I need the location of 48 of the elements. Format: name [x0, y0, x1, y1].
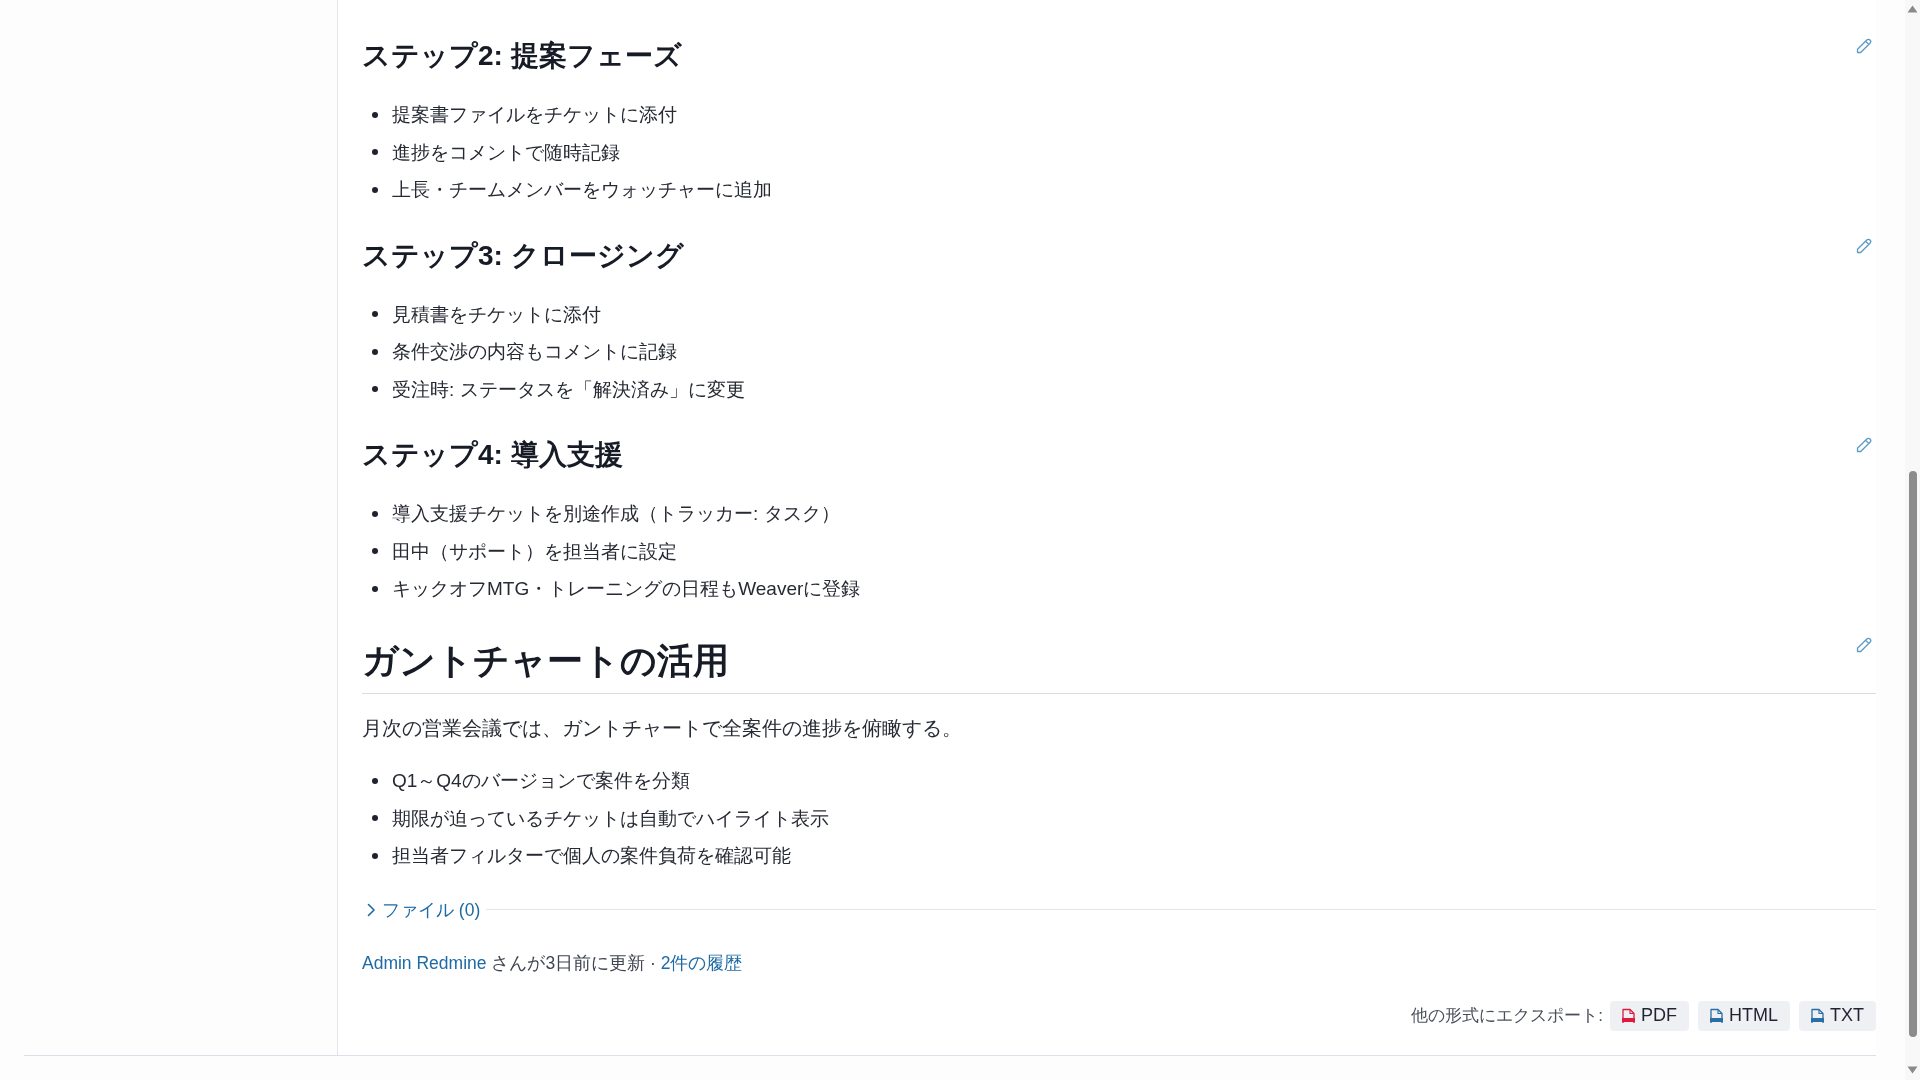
files-toggle[interactable]: ファイル (0)	[362, 894, 487, 925]
bullet-icon	[372, 548, 378, 555]
bullet-icon	[372, 149, 378, 156]
list-item: 受注時: ステータスを「解決済み」に変更	[392, 377, 745, 402]
scrollbar-thumb[interactable]	[1908, 471, 1917, 1037]
document-icon	[1710, 1007, 1723, 1024]
bullet-icon	[372, 777, 378, 784]
list-item: 導入支援チケットを別途作成（トラッカー: タスク）	[392, 502, 840, 526]
pencil-icon[interactable]	[1856, 38, 1872, 54]
pencil-icon[interactable]	[1856, 437, 1872, 453]
list-item: 見積書をチケットに添付	[392, 302, 601, 327]
list-item: 担当者フィルターで個人の案件負荷を確認可能	[392, 844, 791, 868]
bullet-icon	[372, 386, 378, 393]
bullet-icon	[372, 585, 378, 592]
history-link[interactable]: 2件の履歴	[660, 952, 743, 973]
export-button[interactable]: TXT	[1799, 1000, 1876, 1031]
scrollbar[interactable]	[1905, 0, 1920, 1080]
subsection-heading: ステップ2: 提案フェーズ	[362, 39, 682, 73]
bullet-icon	[372, 510, 378, 517]
pencil-icon[interactable]	[1856, 237, 1872, 254]
bullet-icon	[372, 852, 378, 859]
bullet-icon	[372, 815, 378, 822]
bullet-icon	[372, 311, 378, 318]
paragraph: 月次の営業会議では、ガントチャートで全案件の進捗を俯瞰する。	[362, 715, 963, 741]
list-item: 提案書ファイルをチケットに添付	[392, 103, 677, 127]
export-button[interactable]: PDF	[1610, 1000, 1689, 1031]
author-link[interactable]: Admin Redmine	[362, 952, 487, 973]
section-heading: ガントチャートの活用	[362, 638, 729, 683]
bullet-icon	[372, 186, 378, 193]
bullet-icon	[372, 111, 378, 118]
document-icon	[1622, 1007, 1635, 1024]
list-item: Q1～Q4のバージョンで案件を分類	[392, 769, 690, 793]
list-item: 田中（サポート）を担当者に設定	[392, 539, 677, 564]
subsection-heading: ステップ4: 導入支援	[362, 438, 623, 472]
list-item: キックオフMTG・トレーニングの日程もWeaverに登録	[392, 577, 861, 601]
export-label: 他の形式にエクスポート:	[1411, 1005, 1603, 1027]
list-item: 上長・チームメンバーをウォッチャーに追加	[392, 178, 772, 202]
list-item: 期限が迫っているチケットは自動でハイライト表示	[392, 806, 829, 831]
export-button[interactable]: HTML	[1698, 1000, 1790, 1031]
list-item: 進捗をコメントで随時記録	[392, 140, 620, 165]
pencil-icon[interactable]	[1856, 636, 1872, 653]
document-icon	[1811, 1007, 1824, 1024]
subsection-heading: ステップ3: クロージング	[362, 238, 684, 273]
update-info: Admin Redmine さんが3日前に更新 · 2件の履歴	[362, 951, 744, 975]
scroll-down-arrow-icon[interactable]	[1907, 1066, 1918, 1074]
bullet-icon	[372, 348, 378, 355]
list-item: 条件交渉の内容もコメントに記録	[392, 340, 677, 364]
scroll-up-arrow-icon[interactable]	[1907, 5, 1918, 13]
